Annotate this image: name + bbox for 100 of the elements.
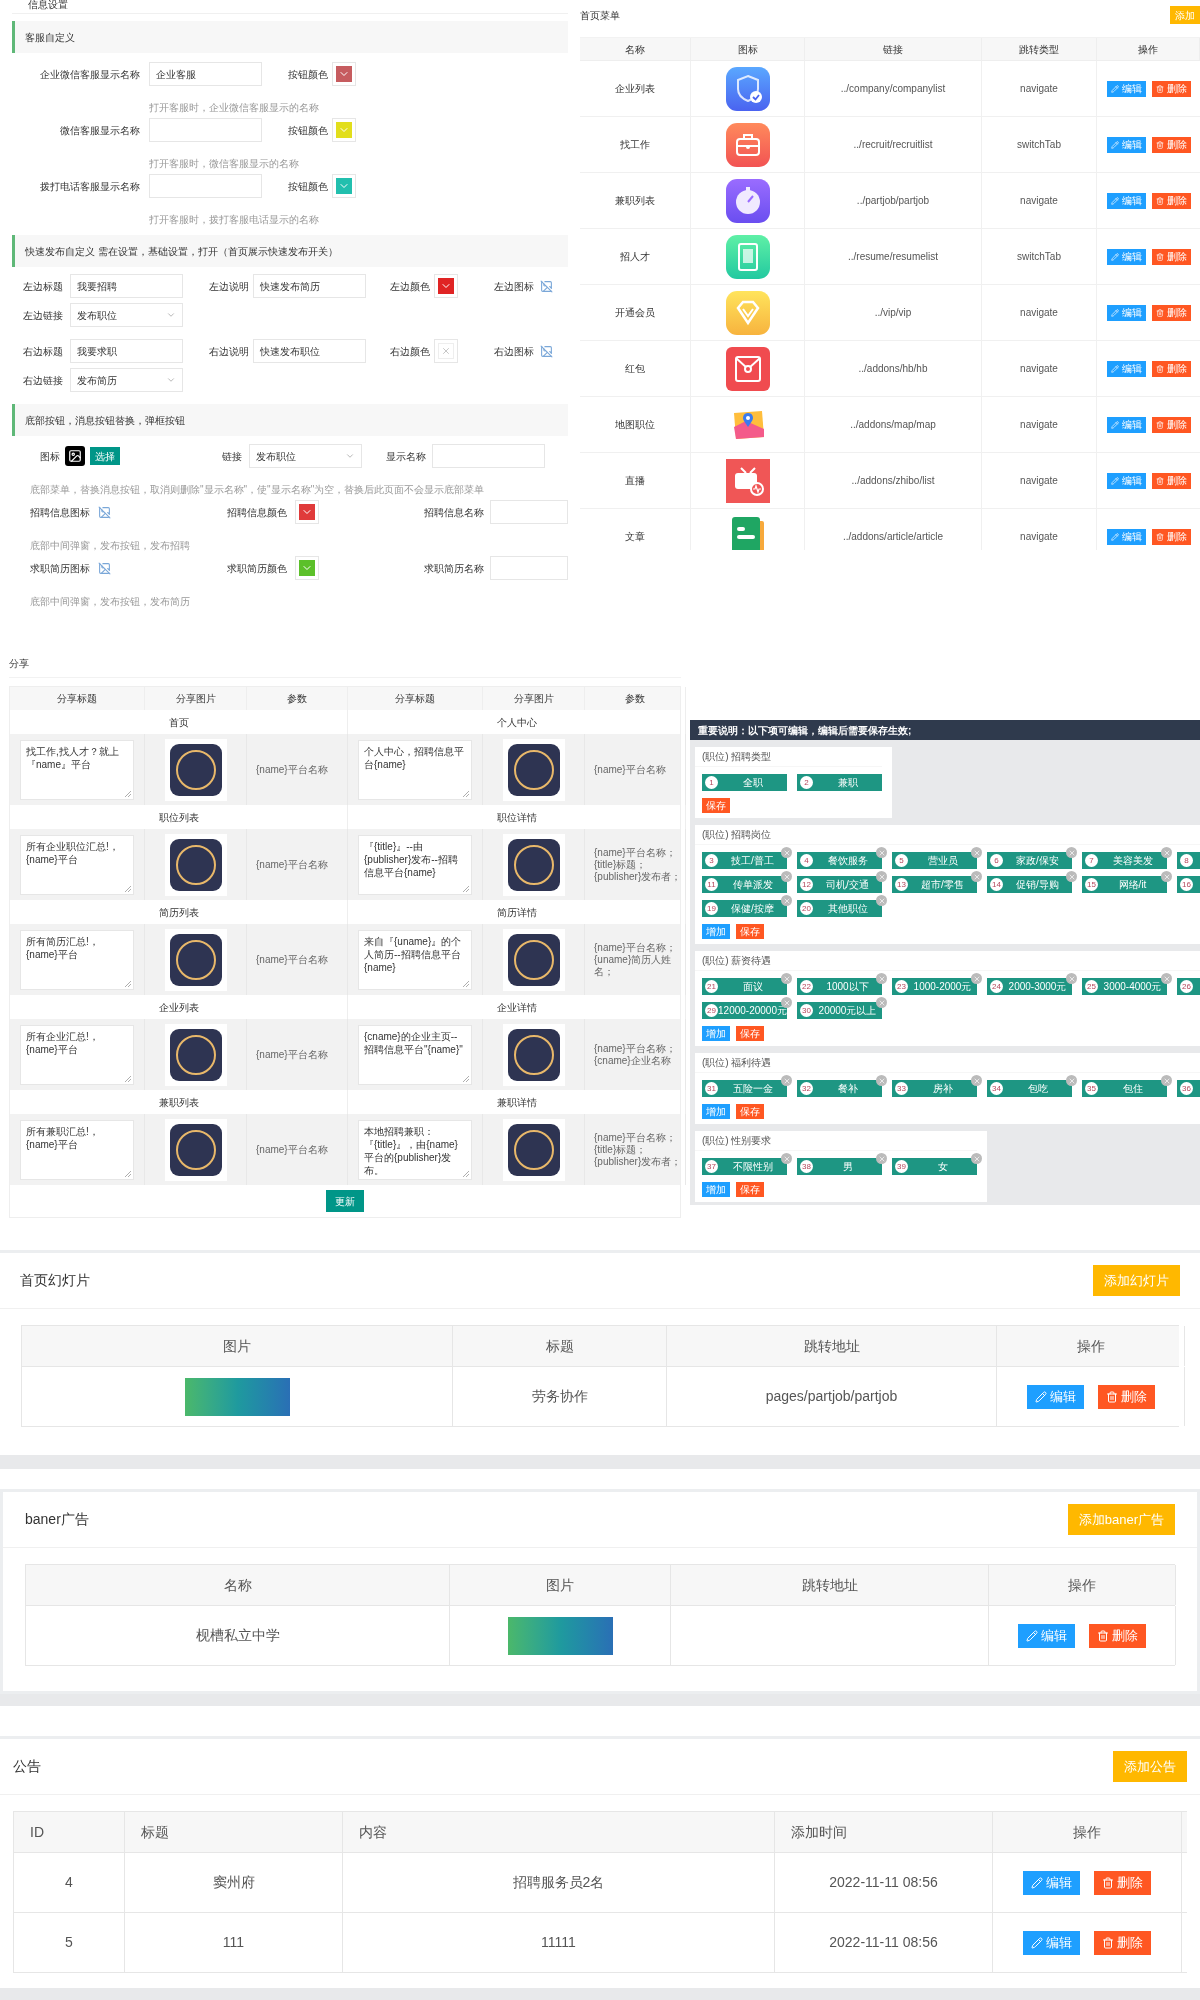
text-input[interactable]: 我要招聘 bbox=[70, 274, 183, 298]
add-button[interactable]: 增加 bbox=[702, 1104, 730, 1119]
remove-button[interactable] bbox=[876, 1153, 887, 1164]
remove-button[interactable] bbox=[1161, 871, 1172, 882]
tag-chip[interactable]: 8 bbox=[1177, 852, 1200, 869]
tag-chip[interactable]: 21 面议 bbox=[702, 978, 787, 995]
edit-button[interactable]: 编辑 bbox=[1023, 1870, 1080, 1895]
edit-button[interactable]: 编辑 bbox=[1106, 528, 1146, 545]
edit-button[interactable]: 编辑 bbox=[1018, 1623, 1075, 1648]
tag-chip[interactable]: 7 美容美发 bbox=[1082, 852, 1167, 869]
text-area-field[interactable]: {cname}的企业主页--招聘信息平台"{name}" bbox=[358, 1024, 472, 1085]
tag-chip[interactable]: 35 包住 bbox=[1082, 1080, 1167, 1097]
remove-button[interactable] bbox=[781, 1075, 792, 1086]
text-input[interactable] bbox=[432, 444, 545, 468]
remove-button[interactable] bbox=[876, 973, 887, 984]
tag-chip[interactable]: 32 餐补 bbox=[797, 1080, 882, 1097]
tag-chip[interactable]: 26 bbox=[1177, 978, 1200, 995]
remove-button[interactable] bbox=[971, 871, 982, 882]
text-area-field[interactable]: 『{title}』--由{publisher}发布--招聘信息平台{name} bbox=[358, 834, 472, 895]
save-button[interactable]: 保存 bbox=[736, 1104, 764, 1119]
tag-chip[interactable]: 23 1000-2000元 bbox=[892, 978, 977, 995]
tag-chip[interactable]: 33 房补 bbox=[892, 1080, 977, 1097]
tag-chip[interactable]: 25 3000-4000元 bbox=[1082, 978, 1167, 995]
text-input[interactable]: 快速发布简历 bbox=[253, 274, 366, 298]
update-button[interactable]: 更新 bbox=[326, 1190, 364, 1212]
delete-button[interactable]: 删除 bbox=[1151, 304, 1191, 321]
remove-button[interactable] bbox=[781, 1153, 792, 1164]
add-button[interactable]: 增加 bbox=[702, 924, 730, 939]
text-input[interactable] bbox=[149, 118, 262, 142]
tag-chip[interactable]: 29 12000-20000元 bbox=[702, 1002, 787, 1019]
select-dropdown[interactable]: 发布职位 bbox=[70, 303, 183, 327]
delete-button[interactable]: 删除 bbox=[1151, 416, 1191, 433]
delete-button[interactable]: 删除 bbox=[1151, 80, 1191, 97]
select-dropdown[interactable]: 发布职位 bbox=[249, 444, 362, 468]
add-button[interactable]: 增加 bbox=[702, 1182, 730, 1197]
edit-button[interactable]: 编辑 bbox=[1023, 1930, 1080, 1955]
tag-chip[interactable]: 13 超市/零售 bbox=[892, 876, 977, 893]
tag-chip[interactable]: 12 司机/交通 bbox=[797, 876, 882, 893]
delete-button[interactable]: 删除 bbox=[1094, 1870, 1151, 1895]
remove-button[interactable] bbox=[876, 997, 887, 1008]
tag-chip[interactable]: 1 全职 bbox=[702, 774, 787, 791]
remove-button[interactable] bbox=[1161, 973, 1172, 984]
remove-button[interactable] bbox=[1066, 1075, 1077, 1086]
tag-chip[interactable]: 38 男 bbox=[797, 1158, 882, 1175]
delete-button[interactable]: 删除 bbox=[1151, 248, 1191, 265]
tag-chip[interactable]: 39 女 bbox=[892, 1158, 977, 1175]
tag-chip[interactable]: 30 20000元以上 bbox=[797, 1002, 882, 1019]
remove-button[interactable] bbox=[781, 847, 792, 858]
text-area-field[interactable]: 个人中心，招聘信息平台{name} bbox=[358, 739, 472, 800]
remove-button[interactable] bbox=[781, 973, 792, 984]
tag-chip[interactable]: 31 五险一金 bbox=[702, 1080, 787, 1097]
save-button[interactable]: 保存 bbox=[736, 1026, 764, 1041]
edit-button[interactable]: 编辑 bbox=[1106, 136, 1146, 153]
text-input[interactable]: 我要求职 bbox=[70, 339, 183, 363]
remove-button[interactable] bbox=[876, 1075, 887, 1086]
delete-button[interactable]: 删除 bbox=[1089, 1623, 1146, 1648]
delete-button[interactable]: 删除 bbox=[1097, 1384, 1155, 1409]
add-button[interactable]: 增加 bbox=[702, 1026, 730, 1041]
tag-chip[interactable]: 19 保健/按摩 bbox=[702, 900, 787, 917]
save-button[interactable]: 保存 bbox=[702, 798, 730, 813]
remove-button[interactable] bbox=[1066, 847, 1077, 858]
tag-chip[interactable]: 11 传单派发 bbox=[702, 876, 787, 893]
delete-button[interactable]: 删除 bbox=[1151, 360, 1191, 377]
tag-chip[interactable]: 14 促销/导购 bbox=[987, 876, 1072, 893]
tag-chip[interactable]: 16 bbox=[1177, 876, 1200, 893]
tag-chip[interactable]: 36 bbox=[1177, 1080, 1200, 1097]
remove-button[interactable] bbox=[971, 1075, 982, 1086]
text-input[interactable]: 企业客服 bbox=[149, 62, 262, 86]
edit-button[interactable]: 编辑 bbox=[1106, 248, 1146, 265]
tag-chip[interactable]: 2 兼职 bbox=[797, 774, 882, 791]
remove-button[interactable] bbox=[781, 871, 792, 882]
tag-chip[interactable]: 22 1000以下 bbox=[797, 978, 882, 995]
tag-chip[interactable]: 3 技工/普工 bbox=[702, 852, 787, 869]
remove-button[interactable] bbox=[971, 847, 982, 858]
delete-button[interactable]: 删除 bbox=[1094, 1930, 1151, 1955]
edit-button[interactable]: 编辑 bbox=[1106, 192, 1146, 209]
tag-chip[interactable]: 4 餐饮服务 bbox=[797, 852, 882, 869]
delete-button[interactable]: 删除 bbox=[1151, 472, 1191, 489]
text-input[interactable] bbox=[490, 556, 568, 580]
select-dropdown[interactable]: 发布简历 bbox=[70, 368, 183, 392]
text-area-field[interactable]: 所有企业职位汇总!，{name}平台 bbox=[20, 834, 134, 895]
text-area-field[interactable]: 本地招聘兼职：『{title}』，由{name}平台的{publisher}发布。 bbox=[358, 1119, 472, 1180]
tag-chip[interactable]: 5 营业员 bbox=[892, 852, 977, 869]
remove-button[interactable] bbox=[876, 895, 887, 906]
remove-button[interactable] bbox=[876, 847, 887, 858]
remove-button[interactable] bbox=[781, 997, 792, 1008]
tag-chip[interactable]: 37 不限性别 bbox=[702, 1158, 787, 1175]
remove-button[interactable] bbox=[1161, 1075, 1172, 1086]
remove-button[interactable] bbox=[1066, 871, 1077, 882]
tag-chip[interactable]: 34 包吃 bbox=[987, 1080, 1072, 1097]
text-area-field[interactable]: 所有简历汇总!，{name}平台 bbox=[20, 929, 134, 990]
tag-chip[interactable]: 24 2000-3000元 bbox=[987, 978, 1072, 995]
edit-button[interactable]: 编辑 bbox=[1026, 1384, 1084, 1409]
remove-button[interactable] bbox=[1161, 847, 1172, 858]
remove-button[interactable] bbox=[781, 895, 792, 906]
delete-button[interactable]: 删除 bbox=[1151, 192, 1191, 209]
delete-button[interactable]: 删除 bbox=[1151, 136, 1191, 153]
save-button[interactable]: 保存 bbox=[736, 924, 764, 939]
text-area-field[interactable]: 所有企业汇总!，{name}平台 bbox=[20, 1024, 134, 1085]
edit-button[interactable]: 编辑 bbox=[1106, 304, 1146, 321]
